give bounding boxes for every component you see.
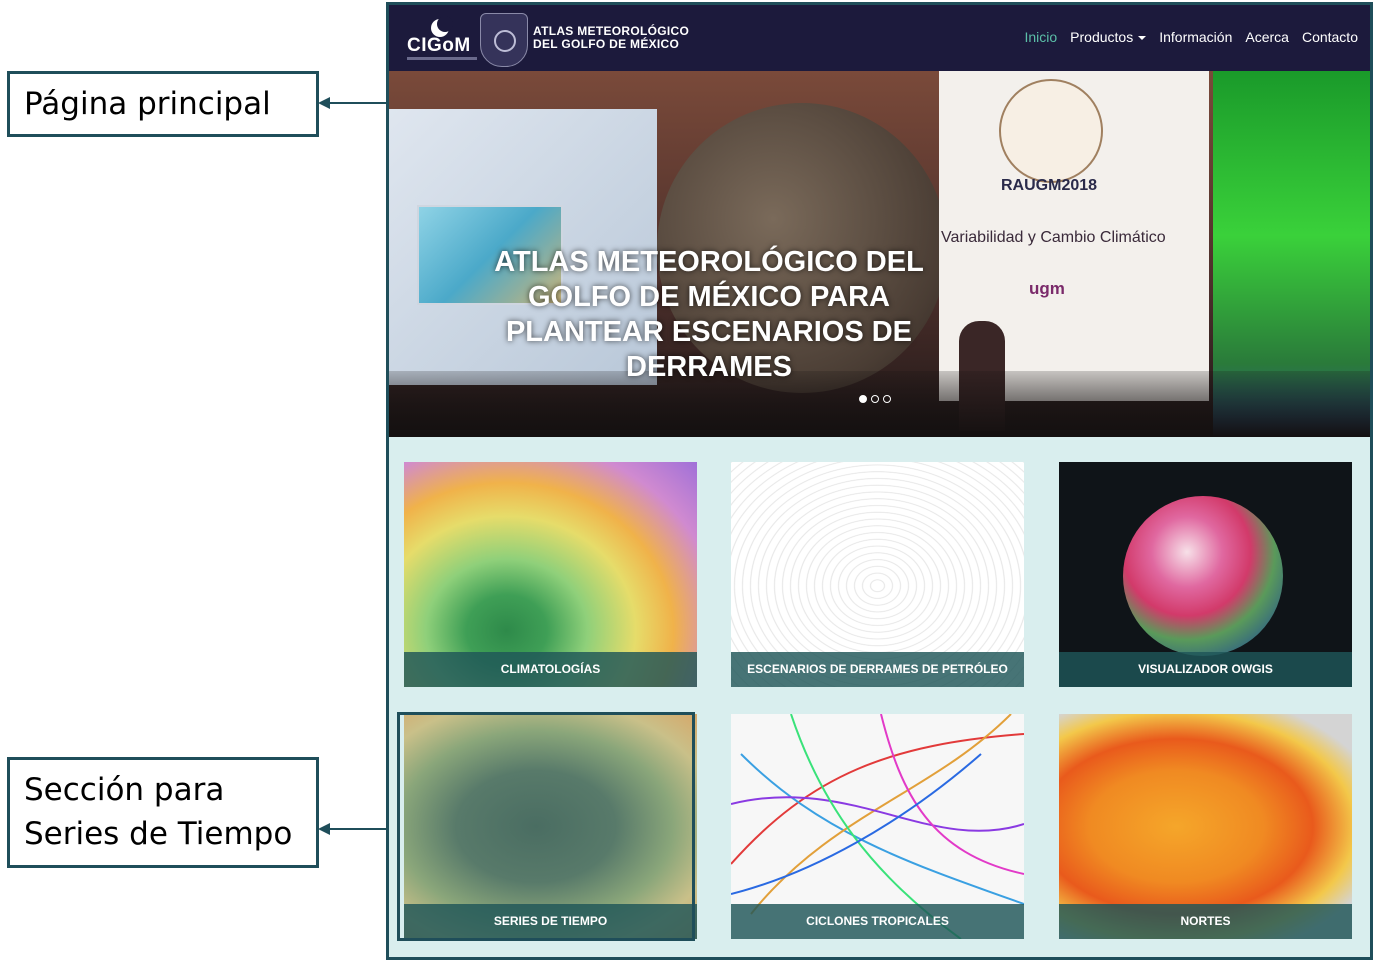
carousel-dot-3[interactable]	[883, 395, 891, 403]
carousel-indicators	[859, 395, 891, 403]
tile-caption-owgis: VISUALIZADOR OWGIS	[1059, 652, 1352, 687]
product-tile-derrames[interactable]: ESCENARIOS DE DERRAMES DE PETRÓLEO	[731, 462, 1024, 687]
hero-event-org: ugm	[1029, 279, 1065, 298]
nav-link-productos[interactable]: Productos	[1070, 29, 1133, 45]
tile-caption-derrames: ESCENARIOS DE DERRAMES DE PETRÓLEO	[731, 652, 1024, 687]
annotation-home-page-text: Página principal	[24, 86, 271, 122]
nav-link-contacto[interactable]: Contacto	[1302, 29, 1358, 45]
nav-link-inicio[interactable]: Inicio	[1024, 29, 1057, 45]
tile-caption-ciclones: CICLONES TROPICALES	[731, 904, 1024, 939]
site-title[interactable]: ATLAS METEOROLÓGICO DEL GOLFO DE MÉXICO	[533, 25, 689, 51]
annotation-home-page: Página principal	[7, 71, 319, 137]
carousel-dot-1[interactable]	[859, 395, 867, 403]
hero-carousel[interactable]: RAUGM2018 Variabilidad y Cambio Climátic…	[389, 71, 1370, 437]
globe-icon	[1123, 496, 1283, 656]
site-title-line-2: DEL GOLFO DE MÉXICO	[533, 37, 680, 51]
cigom-logo-subtitle	[407, 57, 477, 60]
annotation-time-series-line-1: Sección para	[24, 772, 225, 808]
nav-links: Inicio Productos Información Acerca Cont…	[1024, 29, 1358, 45]
navbar: CIGoM ATLAS METEOROLÓGICO DEL GOLFO DE M…	[389, 5, 1370, 71]
caret-down-icon	[1138, 36, 1147, 41]
hero-title: ATLAS METEOROLÓGICO DEL GOLFO DE MÉXICO …	[494, 246, 924, 383]
nav-link-acerca[interactable]: Acerca	[1245, 29, 1289, 45]
product-tile-climatologias[interactable]: CLIMATOLOGÍAS	[404, 462, 697, 687]
tile-caption-climatologias: CLIMATOLOGÍAS	[404, 652, 697, 687]
hero-event-theme: Variabilidad y Cambio Climático	[941, 229, 1166, 246]
tile-caption-nortes: NORTES	[1059, 904, 1352, 939]
series-highlight-box	[397, 712, 695, 941]
product-tile-owgis[interactable]: VISUALIZADOR OWGIS	[1059, 462, 1352, 687]
annotation-time-series-line-2: Series de Tiempo	[24, 816, 293, 852]
product-tile-nortes[interactable]: NORTES	[1059, 714, 1352, 939]
nav-link-productos-wrap[interactable]: Productos	[1070, 29, 1147, 45]
cigom-logo-text: CIGoM	[407, 35, 471, 56]
annotation-time-series: Sección para Series de Tiempo	[7, 757, 319, 868]
cigom-logo[interactable]: CIGoM	[407, 16, 477, 63]
product-tile-ciclones[interactable]: CICLONES TROPICALES	[731, 714, 1024, 939]
carousel-dot-2[interactable]	[871, 395, 879, 403]
unam-seal-icon	[480, 13, 528, 67]
hero-event-seal	[999, 79, 1103, 183]
hero-event-name: RAUGM2018	[1001, 177, 1098, 194]
annotation-home-page-arrow	[318, 97, 386, 109]
nav-link-informacion[interactable]: Información	[1159, 29, 1232, 45]
